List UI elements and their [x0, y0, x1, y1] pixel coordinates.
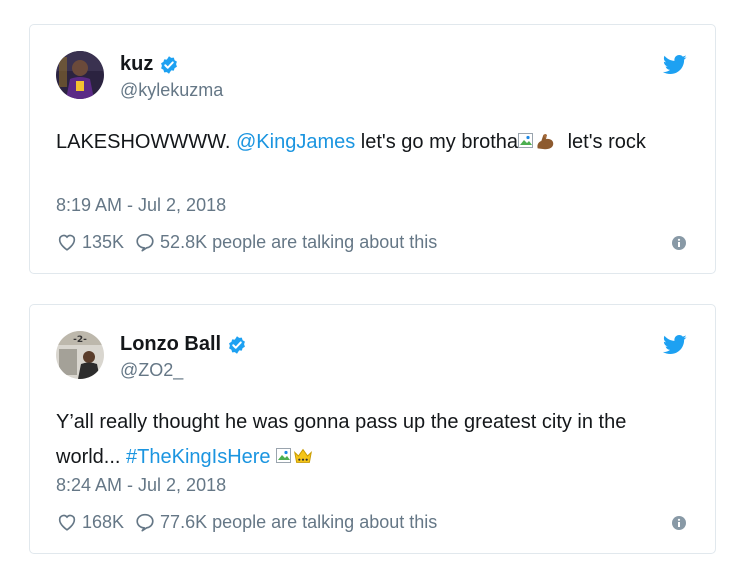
verified-badge-icon: [229, 335, 246, 354]
flexed-biceps-icon: [537, 134, 554, 150]
heart-icon[interactable]: [56, 231, 78, 253]
tweet-text-part: LAKESHOWWWW.: [56, 131, 236, 153]
tweet-text: LAKESHOWWWW. @KingJames let's go my brot…: [56, 125, 696, 160]
avatar[interactable]: [56, 51, 104, 99]
broken-image-icon: [518, 126, 534, 148]
mention-link[interactable]: @KingJames: [236, 131, 355, 153]
twitter-bird-icon[interactable]: [663, 55, 687, 75]
tweet-text-part: let's go my brotha: [355, 131, 519, 153]
talking-count[interactable]: 77.6K people are talking about this: [160, 512, 437, 533]
display-name[interactable]: kuz: [120, 53, 179, 76]
reply-bubble-icon[interactable]: [134, 511, 156, 533]
like-count[interactable]: 135K: [82, 232, 124, 253]
svg-text:-2-: -2-: [73, 335, 87, 345]
tweet-text: Y’all really thought he was gonna pass u…: [56, 405, 696, 475]
crown-icon: [294, 448, 313, 463]
broken-image-icon: [276, 441, 292, 463]
talking-count[interactable]: 52.8K people are talking about this: [160, 232, 437, 253]
tweet-card[interactable]: -2- Lonzo Ball @ZO2_ Y’all really though…: [29, 304, 716, 554]
avatar[interactable]: -2-: [56, 331, 104, 379]
info-icon[interactable]: [671, 515, 687, 531]
twitter-bird-icon[interactable]: [663, 335, 687, 355]
tweet-actions: 168K 77.6K people are talking about this: [56, 511, 437, 533]
tweet-text-part: let's rock: [562, 131, 646, 153]
verified-badge-icon: [161, 55, 178, 74]
display-name[interactable]: Lonzo Ball: [120, 333, 247, 356]
tweet-actions: 135K 52.8K people are talking about this: [56, 231, 437, 253]
heart-icon[interactable]: [56, 511, 78, 533]
display-name-text[interactable]: kuz: [120, 53, 153, 76]
reply-bubble-icon[interactable]: [134, 231, 156, 253]
timestamp[interactable]: 8:24 AM - Jul 2, 2018: [56, 475, 226, 496]
user-handle[interactable]: @ZO2_: [120, 360, 183, 381]
timestamp[interactable]: 8:19 AM - Jul 2, 2018: [56, 195, 226, 216]
tweet-card[interactable]: kuz @kylekuzma LAKESHOWWWW. @KingJames l…: [29, 24, 716, 274]
hashtag-link[interactable]: #TheKingIsHere: [126, 446, 271, 468]
display-name-text[interactable]: Lonzo Ball: [120, 333, 221, 356]
user-handle[interactable]: @kylekuzma: [120, 80, 223, 101]
info-icon[interactable]: [671, 235, 687, 251]
like-count[interactable]: 168K: [82, 512, 124, 533]
